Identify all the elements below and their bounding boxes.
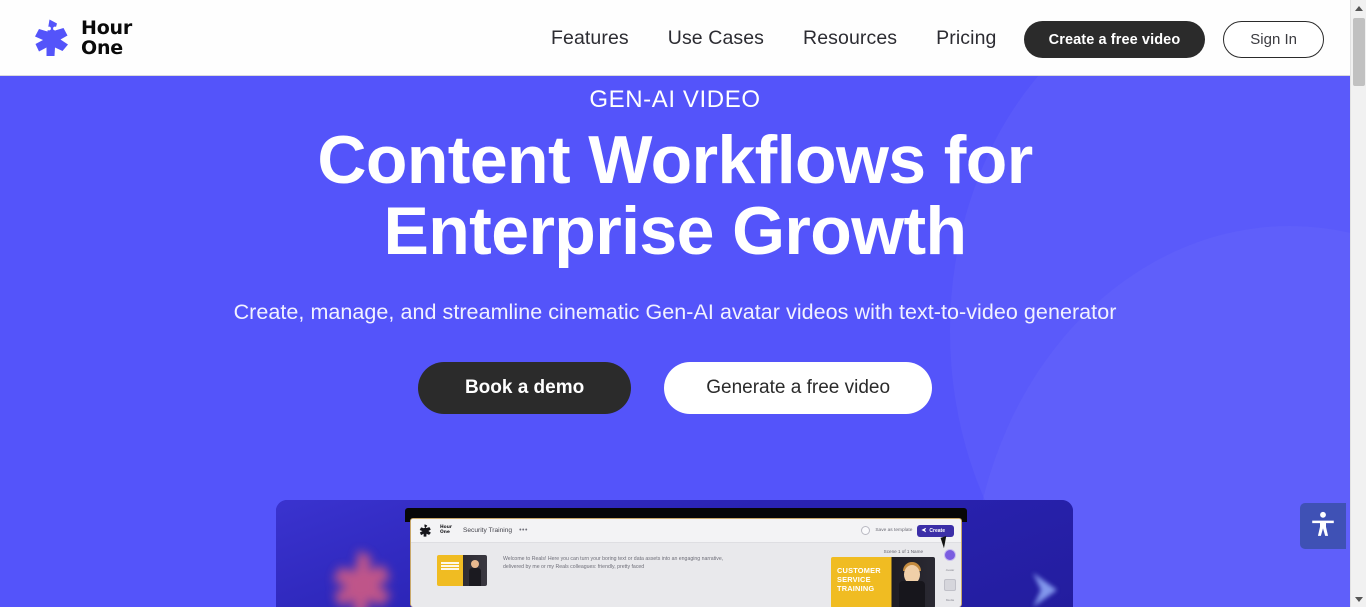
hero-actions: Book a demo Generate a free video: [0, 362, 1350, 414]
app-template-circle-icon: [861, 526, 871, 535]
hero-content: GEN-AI VIDEO Content Workflows for Enter…: [0, 76, 1350, 414]
app-more-options-icon[interactable]: •••: [519, 527, 528, 534]
accessibility-person-icon: [1308, 509, 1338, 544]
brand-name-line1: Hour: [81, 17, 133, 39]
nav-item-features[interactable]: Features: [551, 27, 629, 50]
scene-title-line2: SERVICE: [837, 575, 871, 584]
hero-headline-line-1: Content Workflows for: [317, 122, 1033, 198]
scrollbar-down-arrow-icon[interactable]: [1351, 591, 1366, 607]
app-hour-one-logo-icon: [418, 523, 433, 538]
hero-headline: Content Workflows for Enterprise Growth: [0, 125, 1350, 267]
app-logo-line2: One: [440, 529, 450, 535]
hero-subheadline: Create, manage, and streamline cinematic…: [233, 300, 1117, 324]
app-body: Welcome to Reals! Here you can turn your…: [411, 543, 961, 607]
accessibility-widget-button[interactable]: [1300, 503, 1346, 549]
app-topbar: Hour One Security Training ••• Save as t…: [411, 519, 961, 543]
app-scene-preview-card[interactable]: CUSTOMER SERVICE TRAINING: [831, 557, 935, 607]
toolbar-avatar-label: Avatar: [945, 568, 955, 572]
app-logo-label: Hour One: [440, 525, 452, 535]
book-a-demo-button[interactable]: Book a demo: [417, 362, 632, 414]
toolbar-media-label: Media: [945, 598, 955, 602]
sign-in-button[interactable]: Sign In: [1223, 21, 1324, 58]
nav-item-resources[interactable]: Resources: [803, 27, 897, 50]
scene-title-line3: TRAINING: [837, 584, 875, 593]
nav-item-use-cases[interactable]: Use Cases: [668, 27, 764, 50]
thumbnail-avatar-figure: [469, 560, 481, 586]
nav-item-pricing[interactable]: Pricing: [936, 27, 996, 50]
scene-title-line1: CUSTOMER: [837, 566, 881, 575]
app-save-as-template-label[interactable]: Save as template: [875, 528, 912, 533]
app-topbar-actions: Save as template Create: [861, 524, 954, 537]
app-scene-label: Scene 1 of 1 Name: [883, 549, 923, 554]
thumbnail-title-lines: [441, 562, 459, 572]
browser-scrollbar[interactable]: [1350, 0, 1366, 607]
brand-name-line2: One: [81, 37, 123, 59]
page-root: Hour One Features Use Cases Resources Pr…: [0, 0, 1366, 607]
app-project-title: Security Training: [462, 527, 513, 534]
hero-eyebrow: GEN-AI VIDEO: [589, 86, 761, 113]
brand-name: Hour One: [81, 18, 132, 58]
product-app-screenshot: Hour One Security Training ••• Save as t…: [410, 518, 962, 607]
blurred-star-decoration-icon: [324, 544, 402, 607]
scene-card-avatar: [899, 562, 925, 607]
scene-card-title: CUSTOMER SERVICE TRAINING: [837, 566, 881, 593]
hour-one-star-logo-icon: [30, 16, 74, 60]
scrollbar-up-arrow-icon[interactable]: [1351, 0, 1366, 16]
header-actions: Create a free video Sign In: [1023, 21, 1324, 58]
hero-product-video-preview[interactable]: Hour One Security Training ••• Save as t…: [276, 500, 1073, 607]
site-header: Hour One Features Use Cases Resources Pr…: [0, 0, 1350, 76]
toolbar-media-icon[interactable]: [944, 579, 956, 591]
app-script-text[interactable]: Welcome to Reals! Here you can turn your…: [503, 555, 725, 572]
create-free-video-button[interactable]: Create a free video: [1023, 21, 1206, 58]
generate-free-video-button[interactable]: Generate a free video: [664, 362, 933, 414]
brand-logo[interactable]: Hour One: [30, 14, 132, 62]
hero-headline-line-2: Enterprise Growth: [383, 193, 967, 269]
hero-section: GEN-AI VIDEO Content Workflows for Enter…: [0, 76, 1350, 607]
app-right-toolbar: Avatar Media: [942, 549, 958, 607]
app-scene-thumbnail[interactable]: [437, 555, 487, 586]
toolbar-avatar-icon[interactable]: [944, 549, 956, 561]
main-navigation: Features Use Cases Resources Pricing: [551, 0, 996, 76]
scrollbar-thumb[interactable]: [1353, 18, 1365, 86]
blurred-arrow-decoration-icon: [1021, 567, 1067, 607]
